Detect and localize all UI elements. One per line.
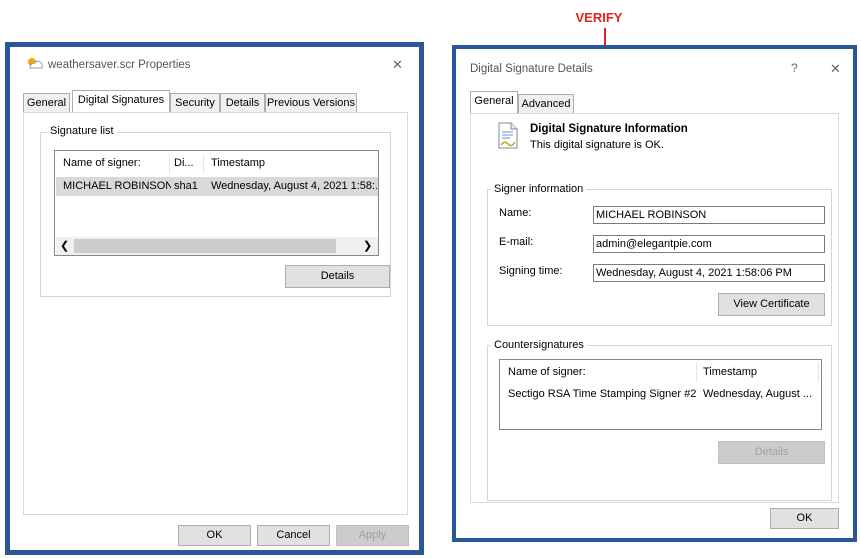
- signer-information-label: Signer information: [491, 183, 587, 195]
- certificate-document-icon: [498, 122, 518, 149]
- scroll-left-icon[interactable]: ❮: [60, 239, 69, 252]
- signer-name-cell: Sectigo RSA Time Stamping Signer #2: [508, 388, 697, 400]
- tab-previous-versions[interactable]: Previous Versions: [265, 93, 357, 113]
- signature-listview[interactable]: Name of signer: Di... Timestamp MICHAEL …: [54, 150, 379, 256]
- signature-list-label: Signature list: [47, 125, 117, 137]
- signature-details-window: Digital Signature Details ? ✕ General Ad…: [456, 49, 853, 538]
- tab-security[interactable]: Security: [170, 93, 220, 113]
- column-header-digest[interactable]: Di...: [174, 157, 194, 169]
- cancel-button[interactable]: Cancel: [257, 525, 330, 546]
- verify-annotation: VERIFY: [575, 10, 623, 25]
- tab-panel: Signature list Name of signer: Di... Tim…: [23, 112, 408, 515]
- column-header-name[interactable]: Name of signer:: [63, 157, 141, 169]
- table-row[interactable]: Sectigo RSA Time Stamping Signer #2 Wedn…: [501, 385, 821, 404]
- signing-time-label: Signing time:: [499, 265, 563, 277]
- tab-panel: Digital Signature Information This digit…: [470, 113, 839, 503]
- scrollbar-thumb[interactable]: [74, 239, 336, 253]
- weather-app-icon: [28, 58, 43, 69]
- tab-general[interactable]: General: [23, 93, 70, 113]
- column-header-timestamp[interactable]: Timestamp: [703, 366, 757, 378]
- countersignature-details-button[interactable]: Details: [718, 441, 825, 464]
- countersignatures-listview[interactable]: Name of signer: Timestamp Sectigo RSA Ti…: [499, 359, 822, 430]
- horizontal-scrollbar[interactable]: ❮ ❯: [56, 237, 378, 255]
- digest-cell: sha1: [174, 180, 198, 192]
- email-label: E-mail:: [499, 236, 534, 248]
- tab-details[interactable]: Details: [220, 93, 265, 113]
- close-icon[interactable]: ✕: [830, 61, 841, 77]
- signer-name-cell: MICHAEL ROBINSON: [63, 180, 171, 192]
- ok-button[interactable]: OK: [178, 525, 251, 546]
- tab-strip: General Digital Signatures Security Deta…: [23, 90, 408, 113]
- column-header-name[interactable]: Name of signer:: [508, 366, 586, 378]
- timestamp-cell: Wednesday, August 4, 2021 1:58:...: [211, 180, 377, 192]
- ok-button[interactable]: OK: [770, 508, 839, 529]
- tab-advanced[interactable]: Advanced: [518, 94, 574, 114]
- info-status: This digital signature is OK.: [530, 139, 664, 151]
- help-icon[interactable]: ?: [791, 61, 798, 75]
- properties-window: weathersaver.scr Properties ✕ General Di…: [10, 47, 419, 550]
- view-certificate-button[interactable]: View Certificate: [718, 293, 825, 316]
- table-row[interactable]: MICHAEL ROBINSON sha1 Wednesday, August …: [56, 177, 378, 196]
- tab-digital-signatures[interactable]: Digital Signatures: [72, 90, 170, 112]
- tab-general[interactable]: General: [470, 91, 518, 113]
- window-title: weathersaver.scr Properties: [48, 59, 191, 71]
- name-label: Name:: [499, 207, 532, 219]
- countersignatures-label: Countersignatures: [491, 339, 587, 351]
- signing-time-field[interactable]: Wednesday, August 4, 2021 1:58:06 PM: [593, 264, 825, 282]
- name-field[interactable]: MICHAEL ROBINSON: [593, 206, 825, 224]
- scroll-right-icon[interactable]: ❯: [363, 239, 372, 252]
- apply-button[interactable]: Apply: [336, 525, 409, 546]
- window-title: Digital Signature Details: [470, 63, 593, 75]
- email-field[interactable]: admin@elegantpie.com: [593, 235, 825, 253]
- info-title: Digital Signature Information: [530, 123, 688, 135]
- close-icon[interactable]: ✕: [392, 57, 403, 73]
- tab-strip: General Advanced: [470, 91, 840, 114]
- timestamp-cell: Wednesday, August ...: [703, 388, 813, 400]
- details-button[interactable]: Details: [285, 265, 390, 288]
- column-header-timestamp[interactable]: Timestamp: [211, 157, 265, 169]
